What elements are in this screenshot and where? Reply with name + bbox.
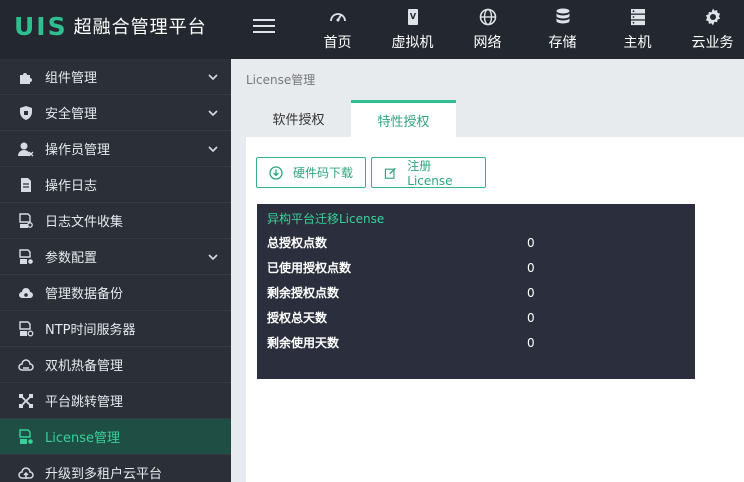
sidebar: 组件管理 安全管理 操作员管理 操作日志 日志文件收集 参数配置 管理数据备份 … <box>0 59 231 482</box>
nav-storage[interactable]: 存储 <box>525 0 600 59</box>
sidebar-item-label: NTP时间服务器 <box>45 323 136 338</box>
sidebar-item-ntp[interactable]: NTP时间服务器 <box>0 311 231 347</box>
chevron-down-icon <box>208 74 218 81</box>
info-key: 剩余使用天数 <box>267 336 340 350</box>
brand-name: 超融合管理平台 <box>73 17 207 38</box>
info-row: 剩余授权点数 0 <box>267 280 685 305</box>
sidebar-item-components[interactable]: 组件管理 <box>0 59 231 95</box>
brand[interactable]: UIS 超融合管理平台 <box>14 10 207 42</box>
dashboard-icon <box>329 13 346 22</box>
info-value: 0 <box>527 310 535 325</box>
chevron-down-icon <box>208 146 218 153</box>
clock-doc-icon <box>18 320 34 337</box>
file-search-icon <box>18 212 34 229</box>
sidebar-item-operation-log[interactable]: 操作日志 <box>0 167 231 203</box>
info-value: 0 <box>527 235 535 250</box>
brand-logo: UIS <box>14 11 68 41</box>
nav-label: 网络 <box>473 35 502 51</box>
sidebar-item-operators[interactable]: 操作员管理 <box>0 131 231 167</box>
server-icon <box>630 9 645 26</box>
download-hardware-code-button[interactable]: 硬件码下载 <box>256 157 366 188</box>
info-value: 0 <box>527 335 535 350</box>
tabs: 软件授权 特性授权 <box>246 100 456 137</box>
cloud-sync-icon <box>18 357 34 373</box>
cloud-backup-icon <box>18 285 34 301</box>
sidebar-item-security[interactable]: 安全管理 <box>0 95 231 131</box>
nav-vm[interactable]: V 虚拟机 <box>375 0 450 59</box>
top-nav: 首页 V 虚拟机 网络 存储 主机 云业务 <box>300 0 744 59</box>
nav-label: 主机 <box>623 35 652 51</box>
sidebar-item-label: 组件管理 <box>45 71 98 86</box>
sidebar-item-label: 操作日志 <box>45 179 98 194</box>
sidebar-item-redirect[interactable]: 平台跳转管理 <box>0 383 231 419</box>
sidebar-item-label: License管理 <box>45 431 121 446</box>
tab-feature-license[interactable]: 特性授权 <box>351 100 456 137</box>
sidebar-item-backup[interactable]: 管理数据备份 <box>0 275 231 311</box>
cloud-upload-icon <box>18 465 34 481</box>
info-row: 总授权点数 0 <box>267 230 685 255</box>
nav-label: 云业务 <box>691 35 734 51</box>
info-key: 剩余授权点数 <box>267 286 340 300</box>
nav-label: 虚拟机 <box>391 35 434 51</box>
shield-icon <box>18 105 34 121</box>
sidebar-item-label: 操作员管理 <box>45 143 111 158</box>
info-key: 授权总天数 <box>267 311 328 325</box>
sidebar-item-log-collect[interactable]: 日志文件收集 <box>0 203 231 239</box>
breadcrumb: License管理 <box>246 73 316 87</box>
tab-software-license[interactable]: 软件授权 <box>246 100 351 137</box>
sidebar-item-params[interactable]: 参数配置 <box>0 239 231 275</box>
puzzle-icon <box>18 69 34 85</box>
document-icon <box>18 177 34 193</box>
globe-icon <box>479 8 496 26</box>
nav-label: 存储 <box>548 35 577 51</box>
config-icon <box>18 248 34 265</box>
gear-icon <box>705 8 720 26</box>
license-info-box: 异构平台迁移License 总授权点数 0 已使用授权点数 0 剩余授权点数 0… <box>257 204 695 379</box>
license-icon <box>18 428 34 445</box>
menu-toggle-icon[interactable] <box>253 15 275 37</box>
edit-icon <box>384 167 396 179</box>
button-label: 硬件码下载 <box>293 166 354 180</box>
top-bar: UIS 超融合管理平台 首页 V 虚拟机 网络 存储 主机 云业务 <box>0 0 744 59</box>
register-license-button[interactable]: 注册License <box>371 157 486 188</box>
nav-home[interactable]: 首页 <box>300 0 375 59</box>
info-value: 0 <box>527 260 535 275</box>
sidebar-item-label: 双机热备管理 <box>45 359 124 374</box>
main-content: License管理 软件授权 特性授权 硬件码下载 注册License 异构平台… <box>231 59 744 482</box>
info-row: 已使用授权点数 0 <box>267 255 685 280</box>
info-value: 0 <box>527 285 535 300</box>
info-key: 总授权点数 <box>267 236 328 250</box>
sidebar-item-ha[interactable]: 双机热备管理 <box>0 347 231 383</box>
info-row: 授权总天数 0 <box>267 305 685 330</box>
sidebar-item-label: 参数配置 <box>45 251 98 266</box>
nav-label: 首页 <box>323 35 352 51</box>
chevron-down-icon <box>208 110 218 117</box>
cross-arrows-icon <box>18 393 34 409</box>
sidebar-item-label: 安全管理 <box>45 107 98 122</box>
user-icon <box>18 141 34 157</box>
license-info-title: 异构平台迁移License <box>267 212 385 226</box>
info-row: 剩余使用天数 0 <box>267 330 685 355</box>
nav-network[interactable]: 网络 <box>450 0 525 59</box>
sidebar-item-label: 日志文件收集 <box>45 215 124 230</box>
sidebar-item-label: 升级到多租户云平台 <box>45 467 163 482</box>
sidebar-item-label: 管理数据备份 <box>45 287 124 302</box>
info-key: 已使用授权点数 <box>267 261 352 275</box>
sidebar-item-label: 平台跳转管理 <box>45 395 124 410</box>
download-circle-icon <box>269 165 283 180</box>
vm-icon: V <box>407 9 418 25</box>
svg-text:V: V <box>409 12 416 21</box>
tab-panel: 硬件码下载 注册License 异构平台迁移License 总授权点数 0 已使… <box>246 137 744 482</box>
nav-cloud[interactable]: 云业务 <box>675 0 744 59</box>
chevron-down-icon <box>208 254 218 261</box>
sidebar-item-license[interactable]: License管理 <box>0 419 231 455</box>
sidebar-item-upgrade[interactable]: 升级到多租户云平台 <box>0 455 231 482</box>
nav-host[interactable]: 主机 <box>600 0 675 59</box>
button-label: 注册License <box>407 159 453 188</box>
database-icon <box>556 8 569 24</box>
